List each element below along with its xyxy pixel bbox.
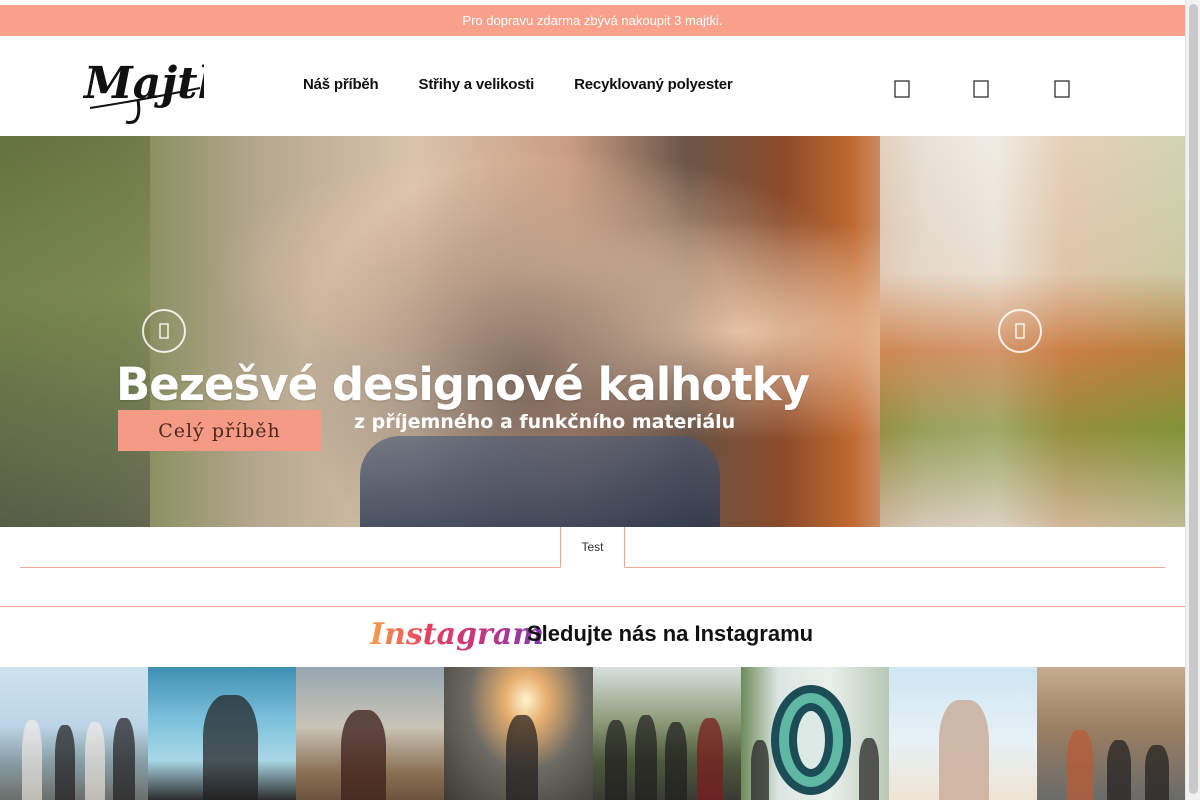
instagram-post[interactable] (741, 667, 889, 800)
hero-slider: Bezešvé designové kalhotky Celý příběh z… (0, 136, 1185, 527)
free-shipping-text: Pro dopravu zdarma zbývá nakoupit 3 majt… (462, 13, 723, 28)
logo-wordmark: Majtki (82, 58, 204, 109)
nav-item-recycled-polyester[interactable]: Recyklovaný polyester (574, 76, 733, 93)
instagram-post[interactable] (889, 667, 1037, 800)
slider-prev-button[interactable] (142, 309, 186, 353)
scrollbar[interactable] (1185, 0, 1200, 800)
user-icon[interactable] (972, 78, 990, 100)
full-story-button[interactable]: Celý příběh (118, 410, 321, 451)
instagram-post[interactable] (0, 667, 148, 800)
page: Pro dopravu zdarma zbývá nakoupit 3 majt… (0, 0, 1185, 800)
instagram-title: Sledujte nás na Instagramu (527, 621, 814, 646)
tab-test[interactable]: Test (560, 527, 625, 568)
cart-icon[interactable] (1053, 78, 1071, 100)
tabs: Test (20, 527, 1165, 568)
nav-item-our-story[interactable]: Náš příběh (303, 76, 379, 93)
hero-title: Bezešvé designové kalhotky (116, 358, 810, 411)
scrollbar-thumb[interactable] (1189, 4, 1198, 794)
free-shipping-bar: Pro dopravu zdarma zbývá nakoupit 3 majt… (0, 5, 1185, 36)
hero-subtitle: z příjemného a funkčního materiálu (354, 411, 736, 433)
instagram-post[interactable] (1037, 667, 1185, 800)
instagram-logo: Instagram (370, 617, 544, 652)
instagram-post[interactable] (444, 667, 593, 800)
main-nav: Náš příběh Střihy a velikosti Recyklovan… (303, 76, 733, 93)
instagram-feed (0, 667, 1185, 800)
search-icon[interactable] (893, 78, 911, 100)
chevron-right-icon (1015, 323, 1025, 339)
nav-item-cuts-and-sizes[interactable]: Střihy a velikosti (419, 76, 535, 93)
site-header: Majtki Náš příběh Střihy a velikosti Rec… (0, 36, 1185, 136)
instagram-post[interactable] (593, 667, 741, 800)
instagram-header: Instagram Sledujte nás na Instagramu (0, 607, 1185, 667)
instagram-post[interactable] (296, 667, 444, 800)
header-icons (893, 78, 1073, 102)
slider-next-button[interactable] (998, 309, 1042, 353)
logo-link[interactable]: Majtki (82, 48, 245, 126)
instagram-post[interactable] (148, 667, 296, 800)
majtki-logo: Majtki (82, 58, 245, 125)
chevron-left-icon (159, 323, 169, 339)
